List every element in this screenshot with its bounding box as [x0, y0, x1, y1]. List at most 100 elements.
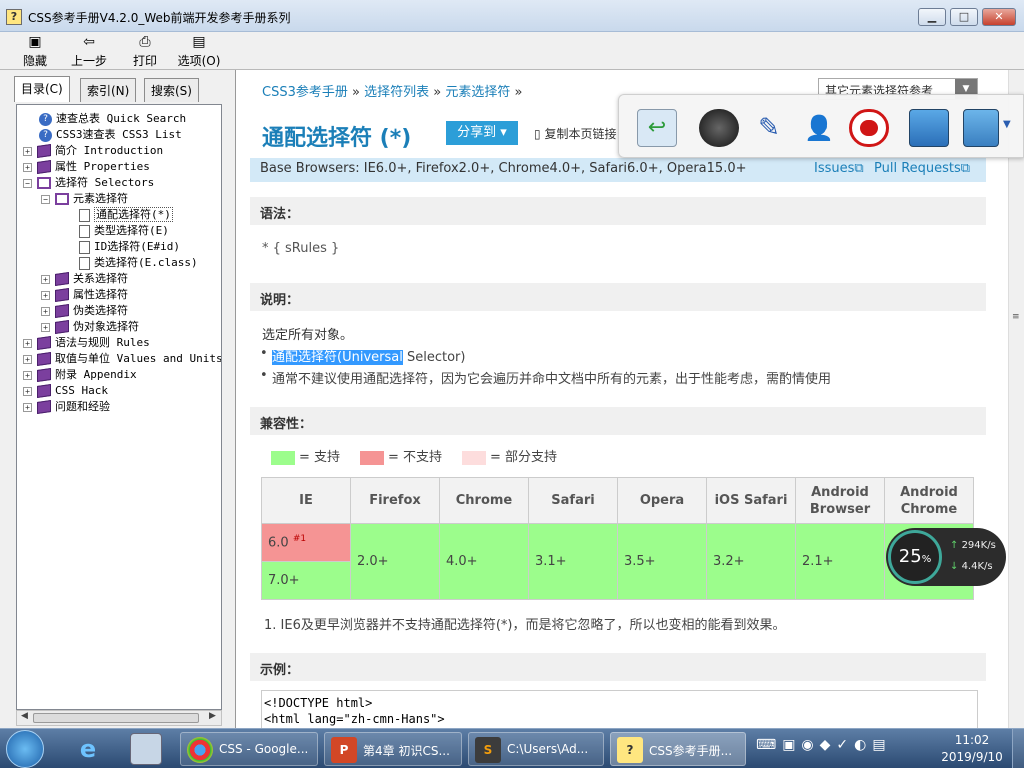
tree-item-universal-selector[interactable]: 通配选择符(*) — [79, 207, 173, 223]
expand-icon[interactable]: + — [23, 162, 32, 172]
computer-icon[interactable] — [130, 733, 162, 765]
hide-button[interactable]: ▣ 隐藏 — [10, 34, 60, 69]
book-icon — [37, 400, 51, 414]
back-label: 上一步 — [70, 54, 107, 68]
tree-item-introduction[interactable]: + 简介 Introduction — [23, 143, 163, 159]
pull-requests-label: Pull Requests — [874, 161, 961, 176]
issues-label: Issues — [814, 161, 855, 176]
expand-icon[interactable]: + — [41, 290, 50, 300]
tree-item-label: CSS3速查表 CSS3 List — [56, 128, 182, 141]
expand-icon[interactable]: + — [41, 306, 50, 316]
breadcrumb-selector-list[interactable]: 选择符列表 — [364, 85, 429, 100]
tree-item-attribute-selectors[interactable]: + 属性选择符 — [41, 287, 128, 303]
clock[interactable]: 11:02 2019/9/10 — [940, 732, 1004, 766]
tree-item-label: 类型选择符(E) — [94, 224, 169, 237]
share-button[interactable]: 分享到 ▾ — [446, 121, 518, 145]
issues-link[interactable]: Issues⧉ — [814, 161, 864, 176]
tree-item-label: 选择符 Selectors — [55, 176, 155, 189]
system-tray[interactable]: ⌨▣◉◆✓◐▤ — [756, 737, 892, 753]
book-icon — [37, 160, 51, 174]
expand-icon[interactable]: + — [23, 402, 32, 412]
screen-icon[interactable] — [909, 109, 949, 147]
display-dropdown-icon[interactable] — [963, 109, 999, 147]
task-sublime[interactable]: S C:\Users\Ad... — [468, 732, 604, 766]
expand-icon[interactable]: + — [23, 338, 32, 348]
content-vertical-scrollbar[interactable]: ≡ — [1008, 70, 1024, 730]
expand-icon[interactable]: + — [41, 322, 50, 332]
pull-requests-link[interactable]: Pull Requests⧉ — [874, 161, 970, 176]
expand-icon[interactable]: + — [23, 354, 32, 364]
back-button[interactable]: ⇦ 上一步 — [64, 34, 114, 69]
tree-item-relation-selectors[interactable]: + 关系选择符 — [41, 271, 128, 287]
tree-item-selectors[interactable]: − 选择符 Selectors — [23, 175, 154, 191]
tree-item-questions[interactable]: + 问题和经验 — [23, 399, 110, 415]
printer-icon: ⎙ — [139, 34, 151, 50]
tree-item-rules[interactable]: + 语法与规则 Rules — [23, 335, 150, 351]
book-icon — [55, 320, 69, 334]
tree-item-appendix[interactable]: + 附录 Appendix — [23, 367, 137, 383]
print-button[interactable]: ⎙ 打印 — [120, 34, 170, 69]
tree-item-pseudo-element-selectors[interactable]: + 伪对象选择符 — [41, 319, 139, 335]
user-icon[interactable]: 👤 — [799, 109, 839, 147]
start-button[interactable] — [6, 730, 44, 768]
external-link-icon: ⧉ — [854, 161, 864, 176]
expand-icon[interactable]: + — [23, 370, 32, 380]
show-desktop-button[interactable] — [1012, 729, 1024, 768]
task-powerpoint[interactable]: P 第4章 初识CS... — [324, 732, 462, 766]
tree-horizontal-scrollbar[interactable]: ◀ ▶ — [16, 710, 222, 726]
description-heading: 说明： — [250, 283, 986, 311]
col-safari: Safari — [528, 477, 618, 524]
tree-item-css3-list[interactable]: ? CSS3速查表 CSS3 List — [39, 127, 182, 143]
tree-item-css-hack[interactable]: + CSS Hack — [23, 383, 108, 399]
tree-item-values-units[interactable]: + 取值与单位 Values and Units — [23, 351, 221, 367]
task-css-manual[interactable]: ? CSS参考手册... — [610, 732, 746, 766]
camera-icon[interactable] — [699, 109, 739, 147]
tree-item-element-selectors[interactable]: − 元素选择符 — [41, 191, 128, 207]
ie-icon[interactable]: e — [72, 733, 104, 765]
scrollbar-thumb[interactable] — [33, 713, 199, 723]
recording-toolbar: ↩ ✎ 👤 ▼ — [618, 94, 1024, 158]
tree-item-class-selector[interactable]: 类选择符(E.class) — [79, 255, 198, 271]
page-icon — [79, 208, 90, 222]
help-app-icon: ? — [6, 9, 22, 25]
tab-index[interactable]: 索引(N) — [80, 78, 137, 102]
breadcrumb-css3-manual[interactable]: CSS3参考手册 — [262, 85, 348, 100]
scroll-right-icon[interactable]: ▶ — [209, 711, 216, 721]
tab-search[interactable]: 搜索(S) — [144, 78, 199, 102]
legend-label: = 不支持 — [388, 450, 443, 465]
tree-item-type-selector[interactable]: 类型选择符(E) — [79, 223, 169, 239]
minimize-button[interactable]: ▁ — [918, 8, 946, 26]
example-code[interactable]: <!DOCTYPE html> <html lang="zh-cmn-Hans"> — [261, 690, 978, 730]
legend-supported: = 支持 — [271, 446, 340, 465]
options-button[interactable]: ▤ 选项(O) — [174, 34, 224, 69]
col-opera: Opera — [617, 477, 707, 524]
expand-icon[interactable]: + — [41, 274, 50, 284]
tree-item-quick-search[interactable]: ? 速查总表 Quick Search — [39, 111, 186, 127]
expand-icon[interactable]: + — [23, 386, 32, 396]
return-icon[interactable]: ↩ — [637, 109, 677, 147]
close-button[interactable]: ✕ — [982, 8, 1016, 26]
scroll-left-icon[interactable]: ◀ — [21, 711, 28, 721]
col-android-browser: Android Browser — [795, 477, 885, 524]
maximize-button[interactable]: □ — [950, 8, 978, 26]
chevron-down-icon[interactable]: ▼ — [1003, 119, 1011, 130]
tree-item-pseudo-class-selectors[interactable]: + 伪类选择符 — [41, 303, 128, 319]
help-file-icon: ? — [617, 737, 643, 763]
breadcrumb-element-selectors[interactable]: 元素选择符 — [445, 85, 510, 100]
expand-icon[interactable]: + — [23, 146, 32, 156]
book-icon — [37, 368, 51, 382]
network-meter[interactable]: 25% ↑ 294K/s ↓ 4.4K/s — [886, 528, 1006, 586]
book-icon — [37, 144, 51, 158]
copy-link-button[interactable]: ▯ 复制本页链接 — [534, 125, 616, 142]
code-line: <html lang="zh-cmn-Hans"> — [264, 712, 445, 726]
tree-item-id-selector[interactable]: ID选择符(E#id) — [79, 239, 180, 255]
collapse-icon[interactable]: − — [41, 194, 50, 204]
tab-contents[interactable]: 目录(C) — [14, 76, 70, 102]
note-ref[interactable]: #1 — [293, 534, 306, 544]
pen-icon[interactable]: ✎ — [749, 109, 789, 147]
record-icon[interactable] — [849, 109, 889, 147]
task-chrome[interactable]: CSS - Google... — [180, 732, 318, 766]
collapse-icon[interactable]: − — [23, 178, 32, 188]
cell-ie7: 7.0+ — [261, 561, 351, 600]
tree-item-properties[interactable]: + 属性 Properties — [23, 159, 150, 175]
